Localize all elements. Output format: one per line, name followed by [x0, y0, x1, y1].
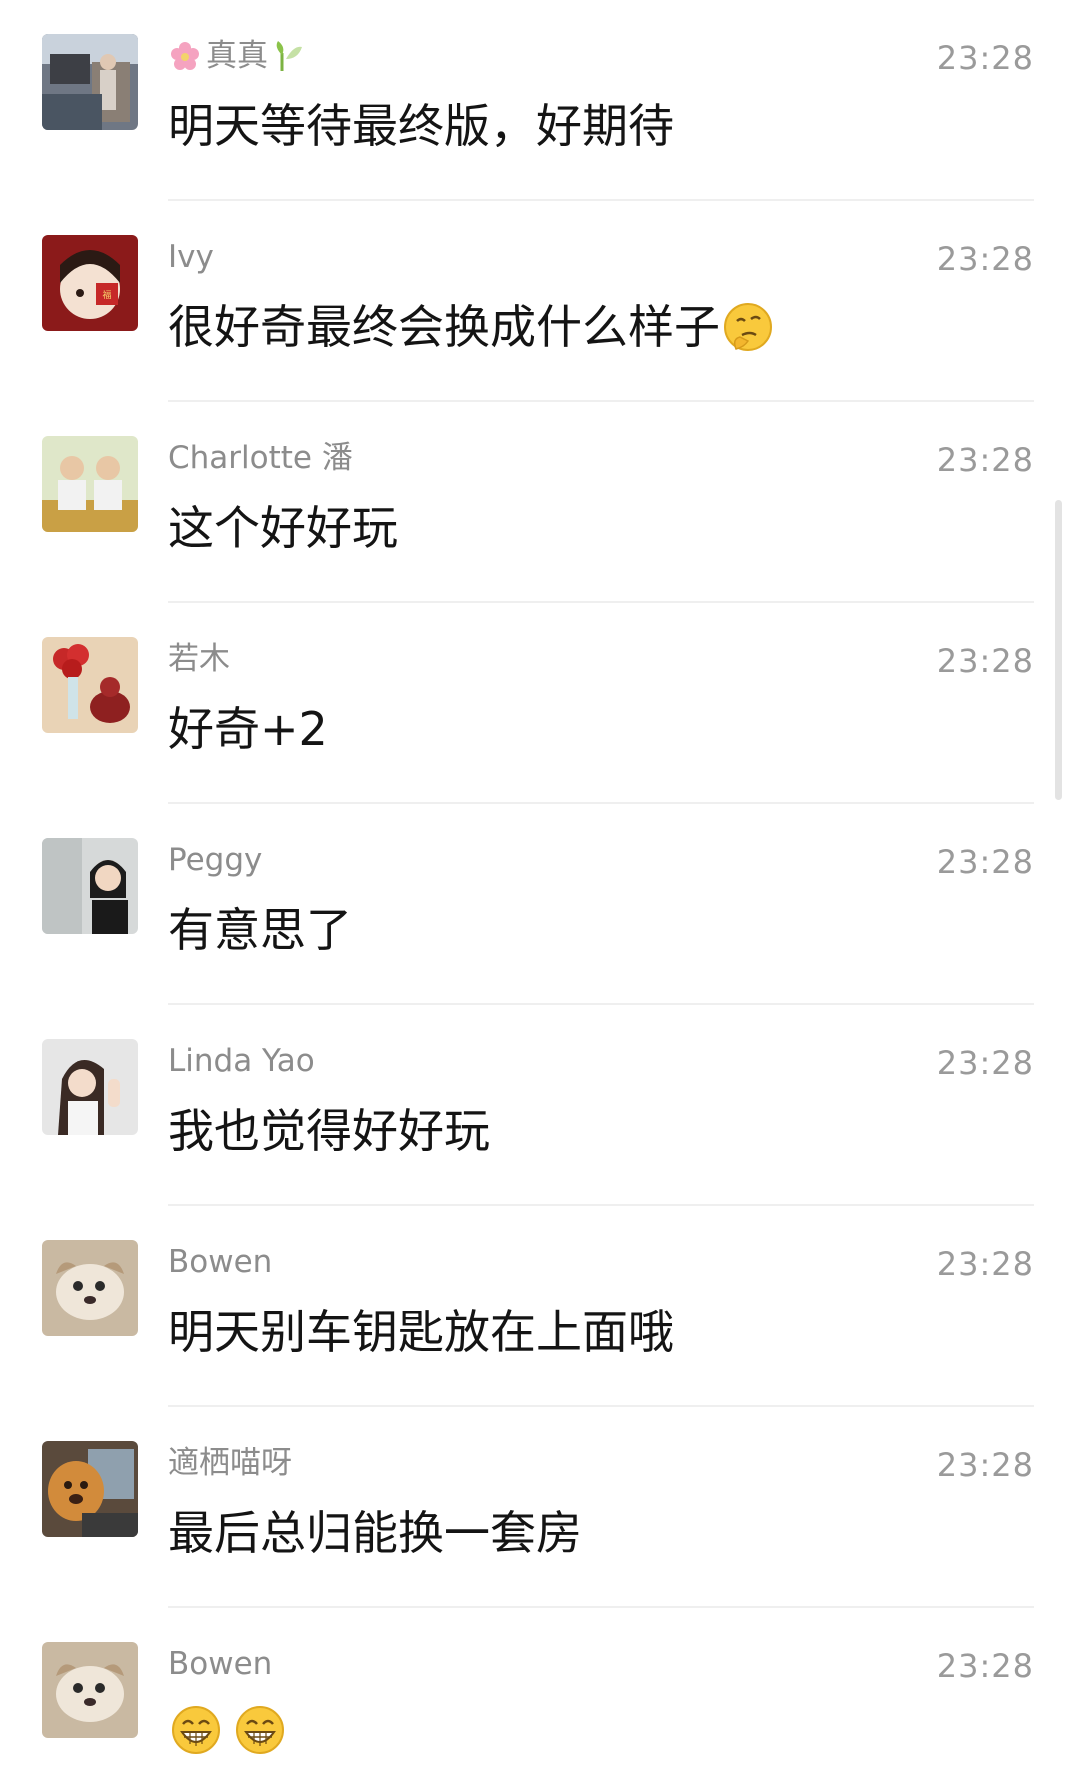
- message-text: 最后总归能换一套房: [168, 1506, 582, 1560]
- message-text: 我也觉得好好玩: [168, 1104, 490, 1158]
- list-item[interactable]: Bowen 23:28 明天别车钥匙放在上面哦: [0, 1206, 1080, 1407]
- list-item[interactable]: Charlotte 潘 23:28 这个好好玩: [0, 402, 1080, 603]
- list-item[interactable]: 真真 23:28 明天等待最终版，好期待: [0, 0, 1080, 201]
- timestamp: 23:28: [936, 642, 1034, 680]
- sender-name: 適栖喵呀: [168, 1445, 292, 1481]
- svg-text:福: 福: [102, 289, 111, 301]
- avatar[interactable]: 福: [42, 235, 138, 331]
- sender-name: Charlotte 潘: [168, 440, 353, 476]
- timestamp: 23:28: [936, 240, 1034, 278]
- timestamp: 23:28: [936, 1044, 1034, 1082]
- flower-icon: [168, 39, 202, 73]
- list-item[interactable]: 若木 23:28 好奇+2: [0, 603, 1080, 804]
- sender-name: 若木: [168, 641, 230, 677]
- grin-emoji-icon: [234, 1704, 286, 1756]
- avatar[interactable]: [42, 1642, 138, 1738]
- message-text: 好奇+2: [168, 702, 328, 756]
- sender-name: 真真: [168, 36, 306, 76]
- avatar[interactable]: [42, 1240, 138, 1336]
- sender-name: Linda Yao: [168, 1043, 315, 1079]
- avatar[interactable]: [42, 637, 138, 733]
- thinking-emoji-icon: [722, 301, 774, 353]
- timestamp: 23:28: [936, 1647, 1034, 1685]
- sprout-icon: [272, 39, 306, 73]
- list-item[interactable]: Peggy 23:28 有意思了: [0, 804, 1080, 1005]
- timestamp: 23:28: [936, 39, 1034, 77]
- message-text: 很好奇最终会换成什么样子: [168, 297, 774, 357]
- sender-name: Ivy: [168, 239, 214, 275]
- list-item[interactable]: Linda Yao 23:28 我也觉得好好玩: [0, 1005, 1080, 1206]
- scrollbar[interactable]: [1055, 500, 1062, 800]
- timestamp: 23:28: [936, 441, 1034, 479]
- message-text: 有意思了: [168, 903, 352, 957]
- timestamp: 23:28: [936, 843, 1034, 881]
- avatar[interactable]: [42, 1039, 138, 1135]
- message-text: 这个好好玩: [168, 501, 398, 555]
- message-text: 明天等待最终版，好期待: [168, 99, 674, 153]
- message-emojis: [168, 1704, 286, 1756]
- message-text: 明天别车钥匙放在上面哦: [168, 1305, 674, 1359]
- avatar[interactable]: [42, 838, 138, 934]
- sender-name: Bowen: [168, 1646, 273, 1682]
- avatar[interactable]: [42, 1441, 138, 1537]
- avatar[interactable]: [42, 436, 138, 532]
- list-item[interactable]: 福 Ivy 23:28 很好奇最终会换成什么样子: [0, 201, 1080, 402]
- avatar[interactable]: [42, 34, 138, 130]
- timestamp: 23:28: [936, 1446, 1034, 1484]
- timestamp: 23:28: [936, 1245, 1034, 1283]
- sender-name: Bowen: [168, 1244, 273, 1280]
- comment-list: 真真 23:28 明天等待最终版，好期待 福 Ivy 23:28 很好奇最终会换…: [0, 0, 1080, 1777]
- grin-emoji-icon: [170, 1704, 222, 1756]
- sender-name: Peggy: [168, 842, 263, 878]
- list-item[interactable]: 適栖喵呀 23:28 最后总归能换一套房: [0, 1407, 1080, 1608]
- list-item[interactable]: Bowen 23:28: [0, 1608, 1080, 1777]
